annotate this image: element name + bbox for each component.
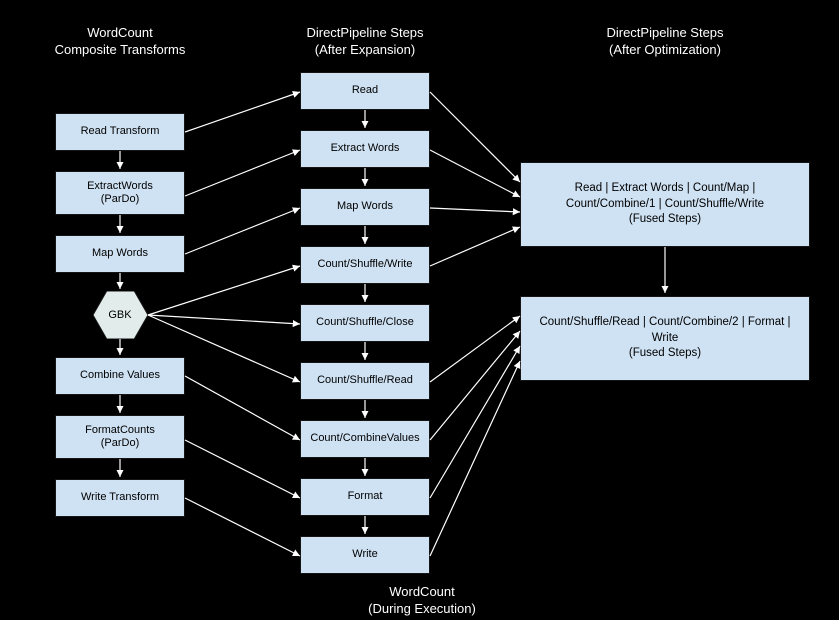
- node-extract-words-pardo: ExtractWords(ParDo): [55, 171, 185, 215]
- node-extract-words: Extract Words: [300, 130, 430, 168]
- col2-header: DirectPipeline Steps(After Expansion): [275, 25, 455, 59]
- col1-header: WordCountComposite Transforms: [30, 25, 210, 59]
- node-map-words-2: Map Words: [300, 188, 430, 226]
- node-gbk-hexagon: GBK: [93, 291, 148, 339]
- node-combine-values: Combine Values: [55, 357, 185, 395]
- fused-step-1: Read | Extract Words | Count/Map | Count…: [520, 162, 810, 247]
- node-read-transform: Read Transform: [55, 113, 185, 151]
- node-read: Read: [300, 72, 430, 110]
- node-count-shuffle-close: Count/Shuffle/Close: [300, 304, 430, 342]
- node-count-shuffle-write: Count/Shuffle/Write: [300, 246, 430, 284]
- node-format: Format: [300, 478, 430, 516]
- gbk-label: GBK: [108, 309, 131, 321]
- node-count-combine-values: Count/CombineValues: [300, 420, 430, 458]
- node-count-shuffle-read: Count/Shuffle/Read: [300, 362, 430, 400]
- col2: Read Extract Words Map Words Count/Shuff…: [300, 72, 430, 574]
- node-map-words: Map Words: [55, 235, 185, 273]
- col3-header: DirectPipeline Steps(After Optimization): [520, 25, 810, 59]
- fused-step-2: Count/Shuffle/Read | Count/Combine/2 | F…: [520, 296, 810, 381]
- bottom-label: WordCount(During Execution): [332, 584, 512, 618]
- node-format-counts-pardo: FormatCounts(ParDo): [55, 415, 185, 459]
- node-write-transform: Write Transform: [55, 479, 185, 517]
- node-write: Write: [300, 536, 430, 574]
- col1: Read Transform ExtractWords(ParDo) Map W…: [55, 113, 185, 517]
